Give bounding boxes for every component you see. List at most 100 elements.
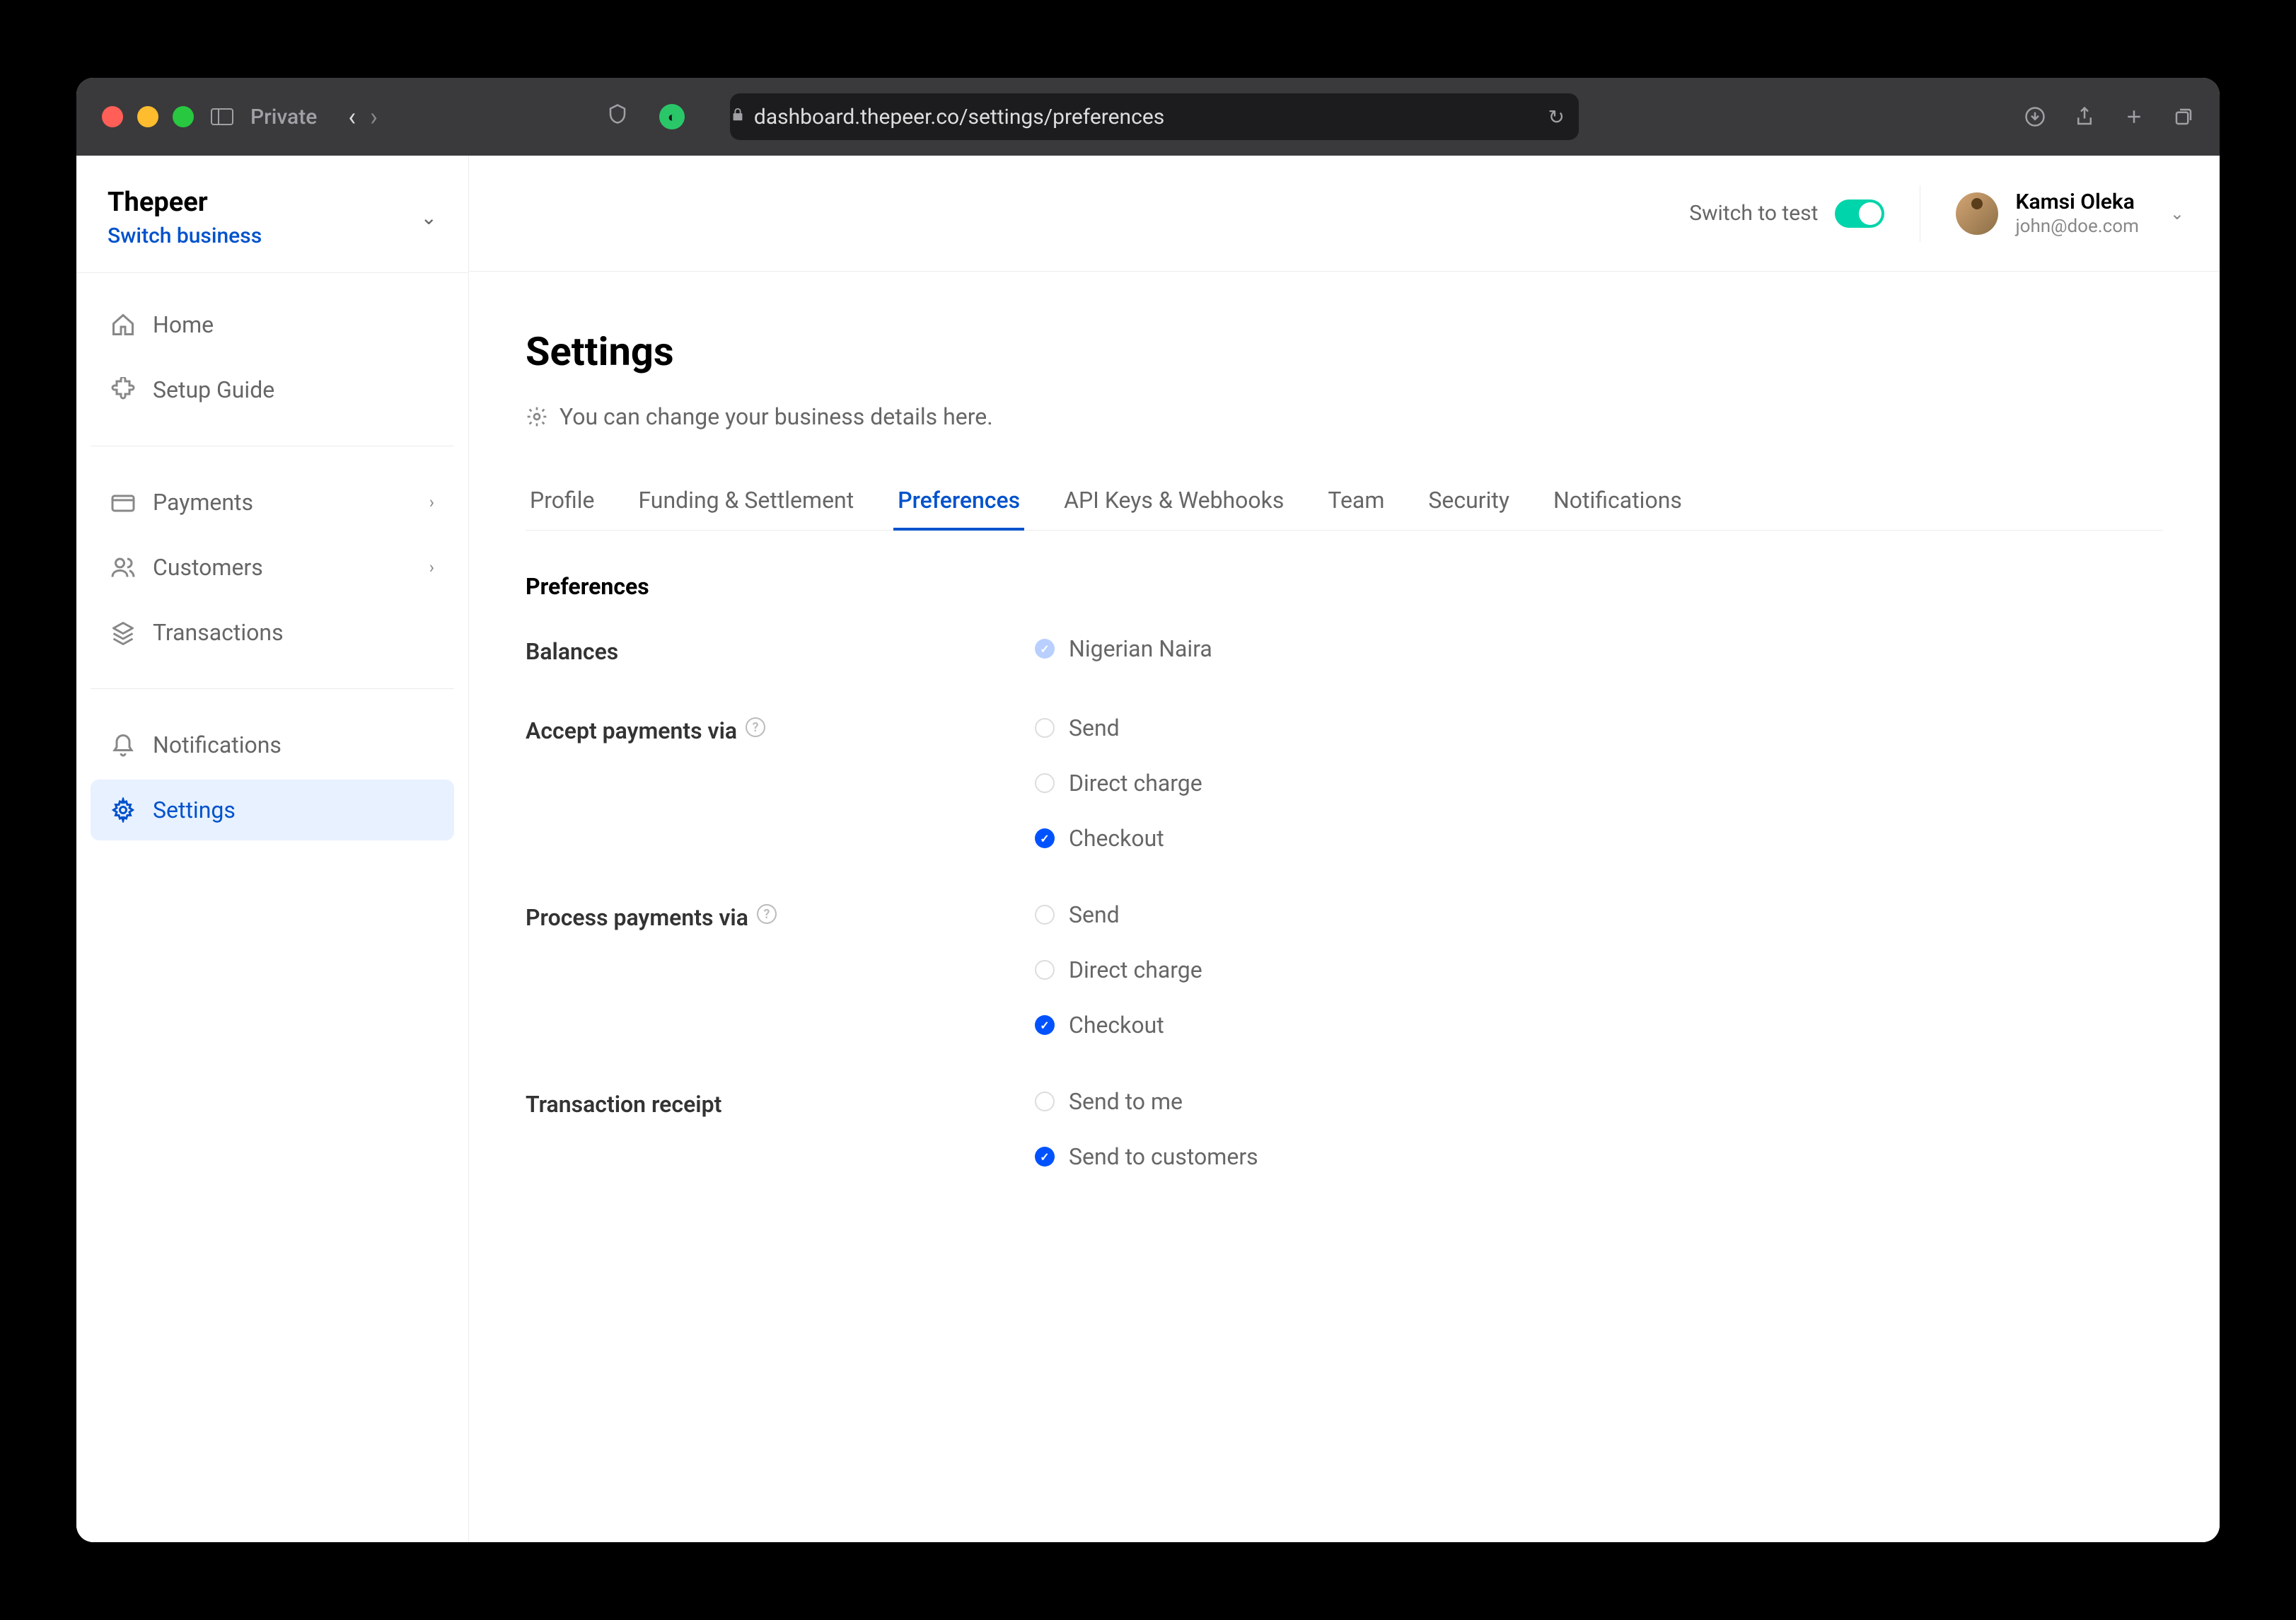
- sidebar-item-label: Notifications: [153, 731, 282, 758]
- option-row[interactable]: ✓Send to me: [1035, 1088, 2163, 1115]
- tab-api-keys-webhooks[interactable]: API Keys & Webhooks: [1060, 473, 1288, 531]
- check-circle-icon[interactable]: ✓: [1035, 1147, 1055, 1167]
- option-label: Send to customers: [1069, 1143, 1258, 1170]
- option-row[interactable]: ✓ Direct charge: [1035, 956, 2163, 983]
- test-toggle-group: Switch to test: [1689, 199, 1884, 228]
- forward-button[interactable]: ›: [370, 102, 378, 132]
- sidebar: Thepeer Switch business ⌄ Home Setup Guid…: [76, 156, 469, 1542]
- sidebar-item-settings[interactable]: Settings: [91, 780, 454, 840]
- check-icon: ✓: [1040, 642, 1049, 656]
- pref-options: ✓ Send ✓Direct charge ✓Checkout: [1035, 714, 2163, 852]
- help-icon[interactable]: ?: [757, 904, 777, 924]
- tab-profile[interactable]: Profile: [526, 473, 598, 531]
- option-label: Send: [1069, 714, 1120, 741]
- check-icon: ✓: [1040, 832, 1049, 845]
- sidebar-item-label: Customers: [153, 554, 263, 581]
- option-row[interactable]: ✓Send: [1035, 901, 2163, 928]
- option-row[interactable]: ✓ Send: [1035, 714, 2163, 741]
- maximize-window-button[interactable]: [173, 106, 194, 127]
- page-description-text: You can change your business details her…: [559, 403, 993, 430]
- user-profile[interactable]: Kamsi Oleka john@doe.com ⌄: [1956, 190, 2184, 237]
- check-circle-icon[interactable]: ✓: [1035, 718, 1055, 738]
- chevron-right-icon: ›: [429, 492, 434, 512]
- sidebar-item-payments[interactable]: Payments›: [91, 472, 454, 533]
- option-row[interactable]: ✓ Send to customers: [1035, 1143, 2163, 1170]
- nav-divider: [91, 688, 454, 689]
- tab-funding-settlement[interactable]: Funding & Settlement: [634, 473, 858, 531]
- test-toggle-label: Switch to test: [1689, 201, 1818, 226]
- downloads-button[interactable]: [2024, 103, 2046, 130]
- close-window-button[interactable]: [102, 106, 123, 127]
- share-button[interactable]: [2074, 103, 2095, 130]
- option-row[interactable]: ✓ Nigerian Naira: [1035, 635, 2163, 662]
- extension-icon[interactable]: ◐: [659, 104, 685, 129]
- sidebar-icon: [211, 108, 233, 125]
- traffic-lights: [102, 106, 194, 127]
- check-circle-icon[interactable]: ✓: [1035, 1015, 1055, 1035]
- shield-icon[interactable]: [607, 103, 628, 130]
- switch-business-link[interactable]: Switch business: [108, 224, 262, 248]
- check-circle-icon[interactable]: ✓: [1035, 773, 1055, 793]
- reload-button[interactable]: ↻: [1548, 105, 1564, 129]
- sidebar-toggle[interactable]: [211, 108, 233, 125]
- home-icon: [110, 312, 136, 337]
- app: Thepeer Switch business ⌄ Home Setup Guid…: [76, 156, 2220, 1542]
- option-label: Nigerian Naira: [1069, 635, 1212, 662]
- pref-group: Transaction receipt✓Send to me✓Send to c…: [526, 1088, 2163, 1170]
- tab-preferences[interactable]: Preferences: [893, 473, 1024, 531]
- brand-section[interactable]: Thepeer Switch business ⌄: [76, 156, 468, 273]
- user-email: john@doe.com: [2015, 216, 2138, 237]
- content: Settings You can change your business de…: [469, 272, 2220, 1542]
- brand-name: Thepeer: [108, 187, 262, 218]
- pref-options: ✓ Nigerian Naira: [1035, 635, 2163, 665]
- option-label: Checkout: [1069, 1012, 1164, 1038]
- browser-window: Private ‹ › ◐ dashboard.thepeer.co/setti…: [76, 78, 2220, 1542]
- check-circle-icon[interactable]: ✓: [1035, 960, 1055, 980]
- gear-icon: [526, 405, 548, 428]
- pref-label-text: Balances: [526, 638, 618, 665]
- sidebar-item-label: Setup Guide: [153, 376, 274, 403]
- private-label: Private: [250, 105, 317, 129]
- tab-team[interactable]: Team: [1323, 473, 1388, 531]
- pref-group: Accept payments via?✓Send✓Direct charge✓…: [526, 714, 2163, 852]
- option-row[interactable]: ✓Direct charge: [1035, 770, 2163, 797]
- pref-label: Balances: [526, 635, 1035, 665]
- sidebar-item-customers[interactable]: Customers›: [91, 537, 454, 598]
- nav-arrows: ‹ ›: [348, 102, 378, 132]
- option-label: Direct charge: [1069, 956, 1202, 983]
- tabs-button[interactable]: [2173, 103, 2194, 130]
- tab-security[interactable]: Security: [1424, 473, 1514, 531]
- check-icon: ✓: [1040, 1095, 1049, 1109]
- sidebar-item-label: Transactions: [153, 619, 284, 646]
- sidebar-item-setup-guide[interactable]: Setup Guide: [91, 359, 454, 420]
- pref-label-text: Transaction receipt: [526, 1091, 721, 1118]
- sidebar-item-transactions[interactable]: Transactions: [91, 602, 454, 663]
- tab-notifications[interactable]: Notifications: [1549, 473, 1686, 531]
- minimize-window-button[interactable]: [137, 106, 158, 127]
- check-circle-icon[interactable]: ✓: [1035, 905, 1055, 925]
- check-circle-icon[interactable]: ✓: [1035, 828, 1055, 848]
- option-row[interactable]: ✓ Checkout: [1035, 1012, 2163, 1038]
- back-button[interactable]: ‹: [348, 102, 356, 132]
- check-icon: ✓: [1040, 964, 1049, 977]
- help-icon[interactable]: ?: [746, 717, 765, 737]
- bell-icon: [110, 732, 136, 758]
- check-icon: ✓: [1040, 908, 1049, 922]
- check-circle-icon[interactable]: ✓: [1035, 1092, 1055, 1111]
- sidebar-item-home[interactable]: Home: [91, 294, 454, 355]
- preferences-list: Balances ✓ Nigerian Naira Accept payments v…: [526, 635, 2163, 1170]
- pref-options: ✓Send✓Direct charge✓Checkout: [1035, 901, 2163, 1038]
- url-bar[interactable]: dashboard.thepeer.co/settings/preference…: [730, 93, 1579, 140]
- check-circle-icon[interactable]: ✓: [1035, 639, 1055, 659]
- pref-group: Balances ✓ Nigerian Naira: [526, 635, 2163, 665]
- lock-icon: [730, 107, 746, 127]
- option-row[interactable]: ✓Checkout: [1035, 825, 2163, 852]
- test-toggle[interactable]: [1835, 199, 1884, 228]
- section-title: Preferences: [526, 573, 2163, 600]
- main: Switch to test Kamsi Oleka john@doe.com …: [469, 156, 2220, 1542]
- sidebar-item-notifications[interactable]: Notifications: [91, 714, 454, 775]
- new-tab-button[interactable]: [2123, 103, 2145, 130]
- pref-label-text: Accept payments via: [526, 717, 737, 744]
- chevron-down-icon: ⌄: [2170, 204, 2184, 224]
- pref-label: Accept payments via?: [526, 714, 1035, 852]
